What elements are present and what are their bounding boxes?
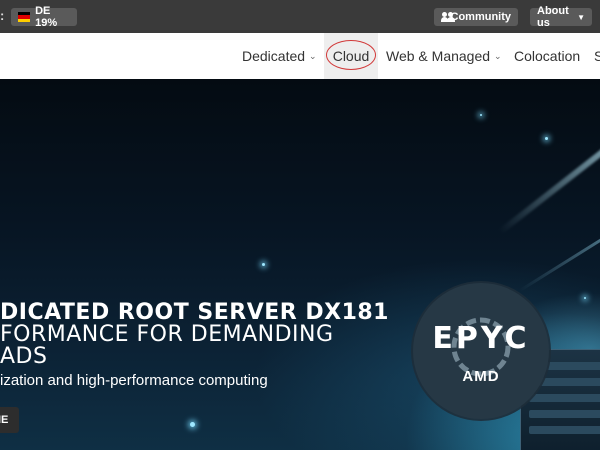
- nav-label: Web & Managed: [386, 48, 491, 64]
- main-navigation: Dedicated ⌄ Cloud Web & Managed ⌄ Coloca…: [0, 33, 600, 79]
- hero-cta-button[interactable]: IE: [0, 407, 19, 433]
- vat-label: DE 19%: [35, 5, 58, 29]
- hero-title-line-3: ADS: [0, 344, 48, 369]
- about-us-dropdown[interactable]: About us ▼: [530, 5, 592, 29]
- light-beam-decoration: [498, 106, 600, 235]
- hero-cta-label: IE: [0, 414, 9, 426]
- nav-item-web-managed[interactable]: Web & Managed ⌄: [386, 33, 502, 79]
- sparkle-decoration: [480, 114, 482, 116]
- sparkle-decoration: [190, 422, 195, 427]
- nav-label: S: [594, 48, 600, 64]
- nav-item-truncated[interactable]: S: [594, 33, 600, 79]
- community-label: Community: [450, 11, 512, 23]
- caret-down-icon: ▼: [577, 12, 585, 22]
- truncated-separator: :: [0, 8, 5, 23]
- nav-label: Dedicated: [242, 48, 306, 64]
- sparkle-decoration: [545, 137, 548, 140]
- nav-item-colocation[interactable]: Colocation: [514, 33, 580, 79]
- amd-epyc-badge: EPYC AMD: [413, 283, 549, 419]
- people-icon: [441, 12, 455, 22]
- about-label: About us: [537, 5, 569, 29]
- nav-item-dedicated[interactable]: Dedicated ⌄: [242, 33, 317, 79]
- sparkle-decoration: [262, 263, 265, 266]
- top-utility-bar: : DE 19% Community About us ▼: [0, 0, 600, 33]
- amd-logo-text: AMD: [462, 368, 500, 385]
- highlight-annotation-circle: [326, 40, 376, 70]
- nav-label: Colocation: [514, 48, 581, 64]
- germany-flag-icon: [18, 12, 31, 22]
- chevron-down-icon: ⌄: [309, 50, 317, 61]
- vat-country-selector[interactable]: DE 19%: [11, 5, 77, 29]
- chevron-down-icon: ⌄: [494, 50, 502, 61]
- sparkle-decoration: [584, 297, 586, 299]
- hero-subtitle: ization and high-performance computing: [0, 372, 268, 389]
- community-button[interactable]: Community: [434, 8, 518, 26]
- epyc-logo-text: EPYC: [432, 321, 530, 356]
- hero-banner: DICATED ROOT SERVER DX181 FORMANCE FOR D…: [0, 79, 600, 450]
- hero-title-line-2: FORMANCE FOR DEMANDING: [0, 322, 334, 347]
- light-beam-decoration: [519, 204, 600, 292]
